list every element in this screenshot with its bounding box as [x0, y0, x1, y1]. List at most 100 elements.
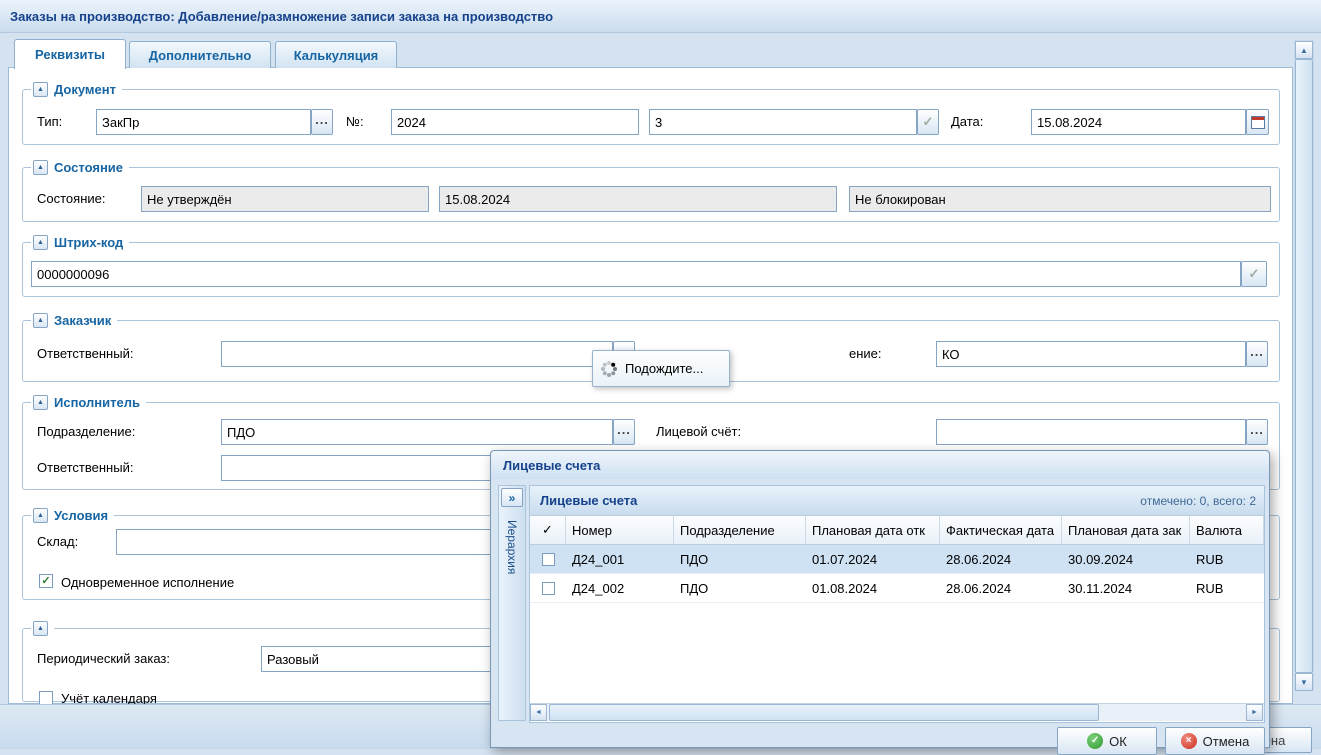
chevrons-right-icon: »	[509, 491, 516, 505]
column-currency[interactable]: Валюта	[1190, 516, 1264, 544]
calendar-icon	[1251, 116, 1265, 129]
column-plan-open[interactable]: Плановая дата отк	[806, 516, 940, 544]
simultaneous-label: Одновременное исполнение	[61, 575, 234, 590]
type-input[interactable]: ЗакПр	[96, 109, 311, 135]
number2-input[interactable]: 3	[649, 109, 917, 135]
table-row[interactable]: Д24_002 ПДО 01.08.2024 28.06.2024 30.11.…	[530, 574, 1264, 603]
arrow-up-icon: ▲	[1300, 46, 1308, 55]
cell-number: Д24_001	[566, 545, 674, 573]
ellipsis-icon: ...	[1250, 344, 1264, 359]
collapse-document-button[interactable]: ▲	[33, 82, 48, 97]
customer-department-browse-button[interactable]: ...	[1246, 341, 1268, 367]
executor-account-label: Лицевой счёт:	[656, 424, 741, 439]
table-header-row: ✓ Номер Подразделение Плановая дата отк …	[530, 516, 1264, 545]
row-checkbox[interactable]	[542, 553, 555, 566]
column-plan-close[interactable]: Плановая дата зак	[1062, 516, 1190, 544]
barcode-input[interactable]: 0000000096	[31, 261, 1241, 287]
dialog-titlebar: Лицевые счета	[491, 451, 1269, 479]
group-barcode-title: Штрих-код	[54, 235, 123, 250]
group-barcode: ▲ Штрих-код 0000000096 ✓	[22, 242, 1280, 297]
cell-plan-close: 30.11.2024	[1062, 574, 1190, 602]
number-verify-button[interactable]: ✓	[917, 109, 939, 135]
collapse-executor-button[interactable]: ▲	[33, 395, 48, 410]
vertical-scrollbar-thumb[interactable]	[1295, 59, 1313, 673]
table-row[interactable]: Д24_001 ПДО 01.07.2024 28.06.2024 30.09.…	[530, 545, 1264, 574]
collapse-icon: ▲	[37, 164, 44, 171]
cell-fact-date: 28.06.2024	[940, 574, 1062, 602]
scroll-right-button[interactable]: ►	[1246, 704, 1263, 721]
collapse-state-button[interactable]: ▲	[33, 160, 48, 175]
date-picker-button[interactable]	[1246, 109, 1269, 135]
date-input[interactable]: 15.08.2024	[1031, 109, 1246, 135]
cell-number: Д24_002	[566, 574, 674, 602]
tab-calculation[interactable]: Калькуляция	[275, 41, 397, 68]
simultaneous-checkbox[interactable]: ✓	[39, 574, 53, 588]
group-executor-title: Исполнитель	[54, 395, 140, 410]
customer-department-label: ение:	[849, 346, 882, 361]
tab-additional[interactable]: Дополнительно	[129, 41, 271, 68]
dialog-ok-button[interactable]: ✓ ОК	[1057, 727, 1157, 755]
ellipsis-icon: ...	[1250, 422, 1264, 437]
accounts-panel-title: Лицевые счета	[540, 493, 637, 508]
check-icon: ✓	[1249, 266, 1260, 282]
scroll-down-button[interactable]: ▼	[1295, 673, 1313, 691]
table-horizontal-scrollbar[interactable]: ◄ ►	[530, 703, 1264, 721]
cell-currency: RUB	[1190, 545, 1264, 573]
scroll-left-button[interactable]: ◄	[530, 704, 547, 721]
horizontal-scrollbar-thumb[interactable]	[549, 704, 1099, 721]
dialog-cancel-button[interactable]: × Отмена	[1165, 727, 1265, 755]
dialog-title: Лицевые счета	[503, 458, 600, 473]
type-browse-button[interactable]: ...	[311, 109, 333, 135]
window-title: Заказы на производство: Добавление/размн…	[10, 9, 553, 24]
accounts-summary: отмечено: 0, всего: 2	[1140, 494, 1256, 508]
executor-account-input[interactable]	[936, 419, 1246, 445]
tab-label: Калькуляция	[294, 48, 379, 63]
accounts-table: ✓ Номер Подразделение Плановая дата отк …	[530, 516, 1264, 603]
collapse-icon: ▲	[37, 512, 44, 519]
collapse-barcode-button[interactable]: ▲	[33, 235, 48, 250]
calendar-checkbox[interactable]	[39, 691, 53, 705]
ellipsis-icon: ...	[617, 422, 631, 437]
wait-popup-text: Подождите...	[625, 361, 703, 376]
group-customer-title: Заказчик	[54, 313, 111, 328]
column-check[interactable]: ✓	[530, 516, 566, 544]
hierarchy-panel: » Иерархия	[498, 485, 526, 721]
main-vertical-scrollbar[interactable]: ▲ ▼	[1294, 40, 1314, 690]
customer-responsible-input[interactable]	[221, 341, 613, 367]
accounts-panel-header: Лицевые счета отмечено: 0, всего: 2	[530, 486, 1264, 516]
periodic-label: Периодический заказ:	[37, 651, 170, 666]
barcode-verify-button[interactable]: ✓	[1241, 261, 1267, 287]
periodic-input[interactable]: Разовый	[261, 646, 521, 672]
collapse-customer-button[interactable]: ▲	[33, 313, 48, 328]
column-department[interactable]: Подразделение	[674, 516, 806, 544]
cell-plan-close: 30.09.2024	[1062, 545, 1190, 573]
arrow-right-icon: ►	[1251, 709, 1258, 716]
collapse-periodic-button[interactable]: ▲	[33, 621, 48, 636]
ok-icon: ✓	[1087, 733, 1103, 749]
scroll-up-button[interactable]: ▲	[1295, 41, 1313, 59]
accounts-panel: Лицевые счета отмечено: 0, всего: 2 ✓ Но…	[529, 485, 1265, 723]
column-fact-date[interactable]: Фактическая дата	[940, 516, 1062, 544]
arrow-down-icon: ▼	[1300, 678, 1308, 687]
state-date-field: 15.08.2024	[439, 186, 837, 212]
executor-account-browse-button[interactable]: ...	[1246, 419, 1268, 445]
number-input[interactable]: 2024	[391, 109, 639, 135]
expand-hierarchy-button[interactable]: »	[501, 488, 523, 507]
spinner-icon	[601, 361, 617, 377]
customer-department-input[interactable]: КО	[936, 341, 1246, 367]
tab-requisites[interactable]: Реквизиты	[14, 39, 126, 69]
date-label: Дата:	[951, 114, 983, 129]
cancel-icon: ×	[1181, 733, 1197, 749]
collapse-icon: ▲	[37, 239, 44, 246]
cell-plan-open: 01.08.2024	[806, 574, 940, 602]
executor-department-label: Подразделение:	[37, 424, 135, 439]
state-block-field: Не блокирован	[849, 186, 1271, 212]
state-label: Состояние:	[37, 191, 105, 206]
executor-department-input[interactable]: ПДО	[221, 419, 613, 445]
collapse-conditions-button[interactable]: ▲	[33, 508, 48, 523]
row-checkbox[interactable]	[542, 582, 555, 595]
cell-currency: RUB	[1190, 574, 1264, 602]
cell-department: ПДО	[674, 545, 806, 573]
executor-department-browse-button[interactable]: ...	[613, 419, 635, 445]
column-number[interactable]: Номер	[566, 516, 674, 544]
